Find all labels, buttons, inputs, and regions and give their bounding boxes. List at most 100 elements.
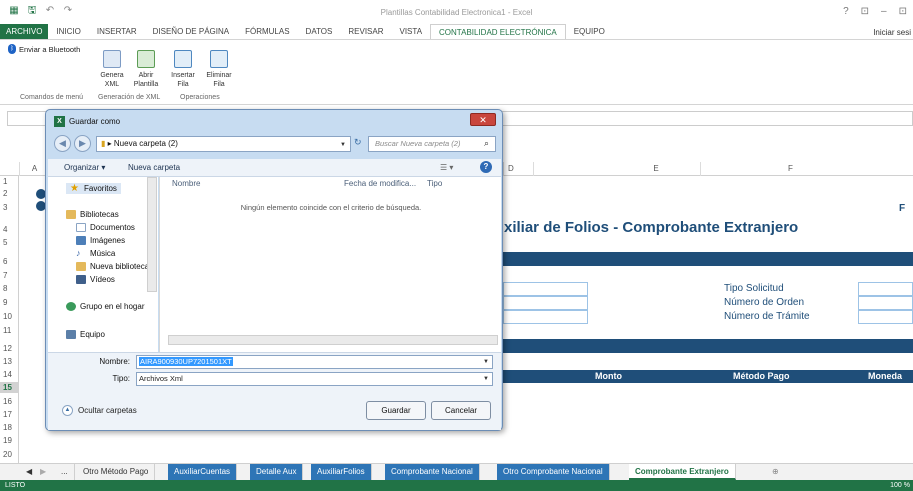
row-18[interactable]: 18 [0,422,19,433]
tab-diseno[interactable]: DISEÑO DE PÁGINA [145,24,237,39]
cancel-button[interactable]: Cancelar [431,401,491,420]
organize-button[interactable]: Organizar ▾ [64,163,105,172]
nav-musica[interactable]: ♪ Música [76,249,115,259]
eliminar-fila-button[interactable]: Eliminar Fila [204,50,234,89]
tab-datos[interactable]: DATOS [298,24,341,39]
input-cell[interactable] [503,310,588,324]
input-cell[interactable] [858,310,913,324]
tab-formulas[interactable]: FÓRMULAS [237,24,297,39]
row-8[interactable]: 8 [0,283,19,294]
tab-contabilidad-electronica[interactable]: CONTABILIDAD ELECTRÓNICA [430,24,566,39]
tab-inicio[interactable]: INICIO [48,24,88,39]
address-bar[interactable]: ▮ ▸ Nueva carpeta (2) ▼ [96,136,351,152]
nav-imagenes[interactable]: Imágenes [76,236,125,245]
input-cell[interactable] [858,296,913,310]
column-tipo[interactable]: Tipo [427,179,442,188]
genera-xml-button[interactable]: Genera XML [100,50,124,89]
sheet-more-button[interactable]: ... [55,464,75,480]
tab-archivo[interactable]: ARCHIVO [0,24,49,39]
row-1[interactable]: 1 [0,176,19,187]
sheet-tab-auxiliar-cuentas[interactable]: AuxiliarCuentas [168,464,238,480]
row-12[interactable]: 12 [0,343,19,354]
column-nombre[interactable]: Nombre [172,179,200,188]
tab-vista[interactable]: VISTA [392,24,431,39]
row-7[interactable]: 7 [0,270,19,281]
tab-equipo[interactable]: EQUIPO [566,24,613,39]
navigation-pane: ★ Favoritos Bibliotecas Documentos Imáge… [48,177,158,352]
row-3[interactable]: 3 [0,202,19,213]
row-17[interactable]: 17 [0,409,19,420]
fila-label: Fila [177,81,189,88]
bluetooth-button[interactable]: ᛒ Enviar a Bluetooth [8,44,80,54]
row-10[interactable]: 10 [0,311,19,322]
refresh-icon[interactable]: ↻ [354,137,362,148]
filetype-select[interactable]: Archivos Xml ▼ [136,372,493,386]
nav-favorites[interactable]: ★ Favoritos [66,183,121,194]
filename-value[interactable]: AIRA900930UP7201501XT [139,357,233,366]
breadcrumb-folder[interactable]: Nueva carpeta (2) [114,139,178,148]
row-4[interactable]: 4 [0,224,19,235]
edge-letter: F [899,203,906,214]
nav-libraries[interactable]: Bibliotecas [66,210,119,219]
row-14[interactable]: 14 [0,369,19,380]
row-2[interactable]: 2 [0,188,19,199]
row-15[interactable]: 15 [0,382,19,393]
chevron-down-icon[interactable]: ▼ [483,373,489,385]
col-f[interactable]: F [700,162,880,176]
abrir-plantilla-button[interactable]: Abrir Plantilla [133,50,159,89]
col-d[interactable]: D [503,162,533,176]
dialog-close-button[interactable]: ✕ [470,113,496,126]
row-13[interactable]: 13 [0,356,19,367]
row-11[interactable]: 11 [0,325,19,336]
column-fecha[interactable]: Fecha de modifica... [344,179,416,188]
minimize-icon[interactable]: – [881,6,887,17]
forward-arrow-icon[interactable]: ▶ [74,135,91,152]
chevron-down-icon[interactable]: ▼ [483,356,489,368]
nav-scrollbar[interactable] [147,177,157,292]
row-16[interactable]: 16 [0,396,19,407]
insertar-label: Insertar [171,72,195,79]
sheet-tab-auxiliar-folios[interactable]: AuxiliarFolios [311,464,372,480]
ribbon-display-icon[interactable]: ⊡ [861,6,869,17]
sheet-tab-detalle-aux[interactable]: Detalle Aux [250,464,304,480]
help-icon[interactable]: ? [843,6,849,17]
row-19[interactable]: 19 [0,435,19,446]
window-title: Plantillas Contabilidad Electronica1 - E… [380,8,533,17]
insertar-fila-button[interactable]: Insertar Fila [170,50,196,89]
restore-icon[interactable]: ⊡ [899,6,907,17]
sheet-next-icon[interactable]: ▶ [34,464,52,480]
row-9[interactable]: 9 [0,297,19,308]
signin-link[interactable]: Iniciar sesi [873,28,911,37]
input-cell[interactable] [503,296,588,310]
tab-revisar[interactable]: REVISAR [340,24,391,39]
nav-nueva-biblioteca[interactable]: Nueva biblioteca [76,262,149,271]
pictures-icon [76,236,86,245]
help-icon[interactable]: ? [480,161,492,173]
nav-homegroup[interactable]: Grupo en el hogar [66,302,145,311]
horizontal-scrollbar[interactable] [168,335,498,345]
add-sheet-icon[interactable]: ⊕ [766,464,785,480]
search-input[interactable]: Buscar Nueva carpeta (2) [368,136,496,152]
row-6[interactable]: 6 [0,256,19,267]
nav-documentos[interactable]: Documentos [76,223,135,232]
nav-computer[interactable]: Equipo [66,330,105,339]
tab-insertar[interactable]: INSERTAR [89,24,145,39]
sheet-tab-otro-metodo-pago[interactable]: Otro Método Pago [77,464,156,480]
input-cell[interactable] [503,282,588,296]
input-cell[interactable] [858,282,913,296]
sheet-tab-otro-comprobante-nacional[interactable]: Otro Comprobante Nacional [497,464,610,480]
new-folder-button[interactable]: Nueva carpeta [128,163,180,172]
view-options-icon[interactable]: ☰ ▾ [440,163,453,172]
sheet-tab-comprobante-nacional[interactable]: Comprobante Nacional [385,464,480,480]
row-5[interactable]: 5 [0,237,19,248]
save-button[interactable]: Guardar [366,401,426,420]
chevron-down-icon[interactable]: ▼ [340,138,346,152]
back-arrow-icon[interactable]: ◀ [54,135,71,152]
nav-videos[interactable]: Vídeos [76,275,115,284]
hide-folders-toggle[interactable]: ▲ Ocultar carpetas [62,405,137,416]
sheet-tab-comprobante-extranjero[interactable]: Comprobante Extranjero [629,464,736,480]
row-20[interactable]: 20 [0,449,19,460]
zoom-level[interactable]: 100 % [890,480,910,491]
filename-field[interactable]: AIRA900930UP7201501XT ▼ [136,355,493,369]
favorites-label: Favoritos [84,184,117,193]
